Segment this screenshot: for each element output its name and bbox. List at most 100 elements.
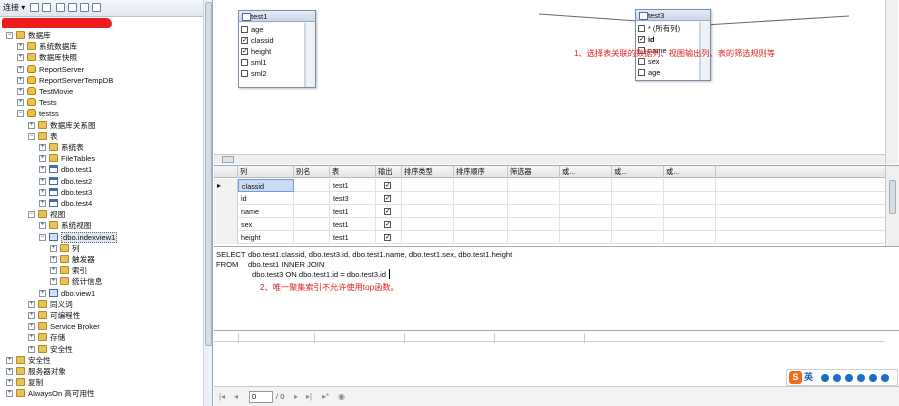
tree-node[interactable]: − 数据库 xyxy=(0,30,200,41)
tree-node-label[interactable]: 列 xyxy=(72,243,80,254)
tree-node[interactable]: + Service Broker xyxy=(0,321,200,332)
grid-cell-empty[interactable] xyxy=(560,218,612,231)
tree-node[interactable]: + 触发器 xyxy=(0,254,200,265)
filter-icon[interactable] xyxy=(68,3,77,12)
grid-cell-alias[interactable] xyxy=(294,218,330,231)
grid-cell-table[interactable]: test1 xyxy=(330,179,376,192)
keyboard-icon[interactable] xyxy=(857,374,865,382)
grid-cell-empty[interactable] xyxy=(612,205,664,218)
collapse-icon[interactable]: − xyxy=(28,211,35,219)
tree-node[interactable]: + 系统视图 xyxy=(0,220,200,231)
grid-column-header[interactable]: 排序顺序 xyxy=(454,166,508,178)
tree-node-label[interactable]: AlwaysOn 高可用性 xyxy=(28,388,95,399)
emoji-icon[interactable] xyxy=(833,374,841,382)
grid-cell-alias[interactable] xyxy=(294,205,330,218)
table-test3-box[interactable]: test3 * (所有列) ✓ id name sex age xyxy=(635,9,711,81)
tree-node-label[interactable]: 统计信息 xyxy=(72,276,102,287)
expand-icon[interactable]: + xyxy=(39,144,46,151)
row-selector[interactable]: ▸ xyxy=(214,179,238,192)
tree-node-label[interactable]: 系统数据库 xyxy=(39,41,77,52)
tree-node-label[interactable]: TestMovie xyxy=(39,86,73,97)
grid-column-header[interactable]: 别名 xyxy=(294,166,330,178)
table-test3-title[interactable]: test3 xyxy=(636,10,710,21)
output-checkbox[interactable]: ✓ xyxy=(384,221,391,228)
grid-column-header[interactable]: 列 xyxy=(238,166,294,178)
output-checkbox[interactable]: ✓ xyxy=(384,234,391,241)
tree-node[interactable]: + 数据库关系图 xyxy=(0,120,200,131)
tree-node[interactable]: + 安全性 xyxy=(0,355,200,366)
output-checkbox[interactable]: ✓ xyxy=(384,182,391,189)
expand-icon[interactable]: + xyxy=(17,54,24,62)
tree-node-label[interactable]: dbo.indexview1 xyxy=(61,231,118,243)
grid-cell-empty[interactable] xyxy=(402,218,454,231)
grid-cell-empty[interactable] xyxy=(664,218,716,231)
expand-icon[interactable]: + xyxy=(6,390,13,398)
tree-node[interactable]: + AlwaysOn 高可用性 xyxy=(0,388,200,399)
tree-node[interactable]: + Tests xyxy=(0,97,200,108)
column-checkbox[interactable] xyxy=(241,59,248,66)
expand-icon[interactable]: + xyxy=(39,289,46,297)
row-selector[interactable] xyxy=(214,231,238,244)
grid-cell-empty[interactable] xyxy=(664,205,716,218)
expand-icon[interactable]: + xyxy=(28,345,35,353)
grid-column-header[interactable]: 排序类型 xyxy=(402,166,454,178)
connect-button[interactable]: 连接 ▾ xyxy=(3,2,25,14)
output-checkbox[interactable]: ✓ xyxy=(384,208,391,215)
tree-node-label[interactable]: 数据库关系图 xyxy=(50,120,96,131)
stop-icon[interactable] xyxy=(56,3,65,12)
tree-node-label[interactable]: dbo.test4 xyxy=(61,198,92,209)
tree-node[interactable]: + dbo.test3 xyxy=(0,187,200,198)
grid-cell-column[interactable]: name xyxy=(238,205,294,218)
tree-node-label[interactable]: dbo.test2 xyxy=(61,176,92,187)
grid-cell-alias[interactable] xyxy=(294,231,330,244)
expand-icon[interactable]: + xyxy=(17,88,24,95)
tree-node-label[interactable]: 触发器 xyxy=(72,254,95,265)
grid-vertical-scrollbar[interactable] xyxy=(885,166,899,246)
grid-row[interactable]: sex test1 ✓ xyxy=(214,218,885,231)
grid-cell-empty[interactable] xyxy=(560,205,612,218)
tree-node[interactable]: + ReportServerTempDB xyxy=(0,75,200,86)
tree-node[interactable]: + 服务器对象 xyxy=(0,366,200,377)
grid-cell-empty[interactable] xyxy=(664,192,716,205)
grid-cell-column[interactable]: classid xyxy=(238,179,294,192)
tree-node-label[interactable]: testss xyxy=(39,108,59,119)
tree-node-label[interactable]: ReportServer xyxy=(39,64,84,75)
column-checkbox[interactable]: ✓ xyxy=(638,36,645,43)
tree-node[interactable]: + 存储 xyxy=(0,332,200,343)
grid-cell-column[interactable]: id xyxy=(238,192,294,205)
grid-cell-empty[interactable] xyxy=(664,231,716,244)
grid-row[interactable]: height test1 ✓ xyxy=(214,231,885,244)
tree-node-label[interactable]: 存储 xyxy=(50,332,65,343)
tools-icon[interactable] xyxy=(881,374,889,382)
diagram-horizontal-scrollbar[interactable] xyxy=(214,154,885,164)
grid-cell-empty[interactable] xyxy=(454,205,508,218)
row-selector[interactable] xyxy=(214,192,238,205)
collapse-icon[interactable]: − xyxy=(28,132,35,140)
sql-join-clause[interactable]: dbo.test3 ON dbo.test1.id = dbo.test3.id xyxy=(252,270,386,279)
first-page-icon[interactable]: |◂ xyxy=(219,392,225,402)
tree-node[interactable]: + 数据库快照 xyxy=(0,52,200,63)
tree-node-label[interactable]: 复制 xyxy=(28,377,43,388)
expand-icon[interactable]: + xyxy=(6,368,13,375)
expand-icon[interactable]: + xyxy=(17,99,24,107)
grid-cell-empty[interactable] xyxy=(454,218,508,231)
grid-column-header[interactable]: 输出 xyxy=(376,166,402,178)
grid-cell-empty[interactable] xyxy=(560,179,612,192)
sql-select-columns[interactable]: dbo.test1.classid, dbo.test3.id, dbo.tes… xyxy=(248,250,512,259)
tree-node[interactable]: − 视图 xyxy=(0,209,200,220)
tree-node[interactable]: + dbo.test2 xyxy=(0,176,200,187)
tree-node-label[interactable]: dbo.test1 xyxy=(61,164,92,175)
connect-icon[interactable] xyxy=(30,3,39,12)
tree-node[interactable]: − testss xyxy=(0,108,200,119)
row-selector[interactable] xyxy=(214,205,238,218)
expand-icon[interactable]: + xyxy=(39,188,46,196)
grid-cell-table[interactable]: test1 xyxy=(330,231,376,244)
grid-cell-alias[interactable] xyxy=(294,192,330,205)
disconnect-icon[interactable] xyxy=(42,3,51,12)
grid-cell-empty[interactable] xyxy=(402,179,454,192)
tree-node[interactable]: + FileTables xyxy=(0,153,200,164)
grid-cell-empty[interactable] xyxy=(560,231,612,244)
collapse-icon[interactable]: − xyxy=(6,32,13,39)
tree-node-label[interactable]: Service Broker xyxy=(50,321,100,332)
explorer-scrollbar[interactable] xyxy=(203,0,212,406)
